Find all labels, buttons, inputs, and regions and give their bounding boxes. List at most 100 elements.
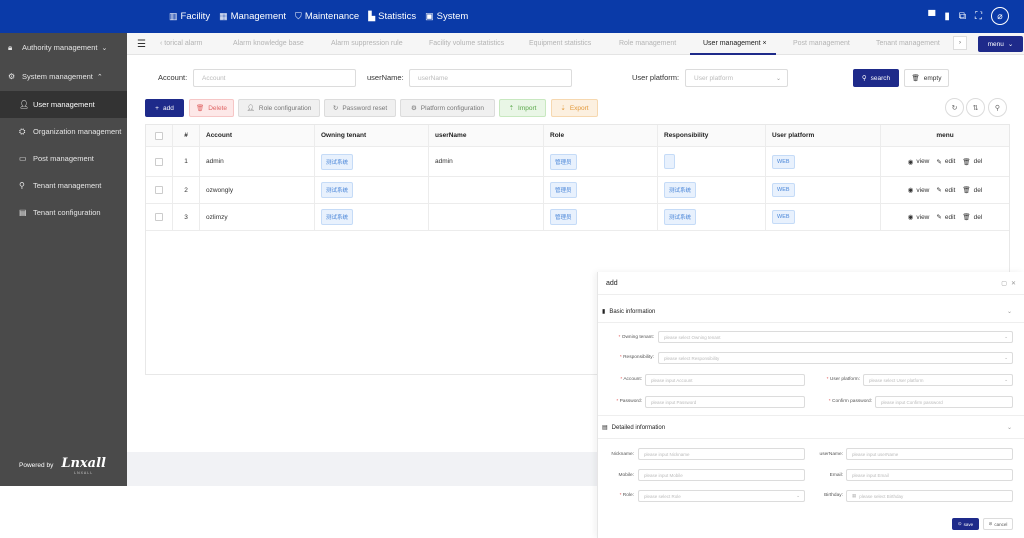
topnav-facility[interactable]: ▥ Facility xyxy=(169,11,210,22)
basic-info-section[interactable]: ▮ Basic information xyxy=(602,308,655,316)
view-button[interactable]: ◉ view xyxy=(908,158,930,166)
chevron-down-icon[interactable]: ⌄ xyxy=(1007,308,1012,315)
sidebar-item-organization-management[interactable]: ⛭ Organization management xyxy=(0,118,127,145)
responsibility-select[interactable]: please select Responsibility ⌄ xyxy=(658,352,1013,364)
export-button[interactable]: ⇣ Export xyxy=(551,99,598,117)
detailed-info-section[interactable]: ▤ Detailed information xyxy=(602,424,665,432)
username-label: userName: xyxy=(367,73,404,82)
trash-icon: 🗑︎ xyxy=(962,214,971,221)
chevron-down-icon: ⌄ xyxy=(796,493,800,498)
role-configuration-button[interactable]: 👤︎ Role configuration xyxy=(238,99,320,117)
user-platform-select[interactable]: User platform ⌄ xyxy=(685,69,788,87)
role-select[interactable]: please select Role ⌄ xyxy=(638,490,805,502)
powered-by: Powered by Lnxall LNXALL xyxy=(19,456,106,475)
del-button[interactable]: 🗑︎ del xyxy=(962,213,982,222)
mobile-input[interactable]: please input Mobile xyxy=(638,469,805,481)
refresh-icon[interactable]: ↻ xyxy=(945,98,964,117)
sidebar-item-post-management[interactable]: ▭ Post management xyxy=(0,145,127,172)
chevron-down-icon[interactable]: ⌄ xyxy=(1007,424,1012,431)
topnav-statistics[interactable]: ▙ Statistics xyxy=(368,11,416,22)
sidebar-group-system[interactable]: ⚙ System management ⌃ xyxy=(0,62,127,91)
row-checkbox[interactable] xyxy=(155,213,163,221)
empty-button[interactable]: 🗑︎ empty xyxy=(904,69,949,87)
select-all-checkbox[interactable] xyxy=(155,131,163,140)
tab-user-management[interactable]: User management × xyxy=(703,40,767,47)
tab-historical-alarm[interactable]: ‹ torical alarm xyxy=(160,40,202,47)
nickname-input[interactable]: please input Nickname xyxy=(638,448,805,460)
confirm-password-input[interactable]: please input Confirm password xyxy=(875,396,1013,408)
tab-post-management[interactable]: Post management xyxy=(793,40,850,47)
sidebar-group-authority[interactable]: 🔒︎ Authority management ⌄ xyxy=(0,33,127,62)
view-button[interactable]: ◉ view xyxy=(907,186,930,195)
table-row: 2 ozwongly 测试系统 管理员 测试系统 WEB ◉ view ✎ edit… xyxy=(146,177,1009,204)
owning-tenant-label: * Owning tenant: xyxy=(618,335,654,340)
role-tag: 管理员 xyxy=(550,153,577,170)
row-checkbox[interactable] xyxy=(155,186,163,194)
post-icon: ▭ xyxy=(19,154,27,163)
row-checkbox[interactable] xyxy=(155,157,163,166)
account-input[interactable]: please input Account xyxy=(645,374,805,386)
add-button[interactable]: + add xyxy=(145,99,184,117)
avatar[interactable]: ⌀ xyxy=(991,7,1009,25)
del-button[interactable]: 🗑︎ del xyxy=(962,158,982,166)
birthday-picker[interactable]: ▦ please select Birthday xyxy=(846,490,1013,502)
import-button[interactable]: ⇡ Import xyxy=(499,99,546,117)
platform-configuration-button[interactable]: ⚙ Platform configuration xyxy=(400,99,495,117)
sidebar-item-tenant-configuration[interactable]: ▤ Tenant configuration xyxy=(0,199,127,226)
username-input[interactable]: userName xyxy=(409,69,572,87)
topnav-system[interactable]: ▣ System xyxy=(425,11,468,22)
key-icon: ⚲ xyxy=(19,181,25,190)
topnav-management[interactable]: ▦ Management xyxy=(219,11,286,22)
del-button[interactable]: 🗑︎ del xyxy=(962,186,982,195)
chevron-down-icon: ⌄ xyxy=(1004,334,1008,339)
edit-button[interactable]: ✎ edit xyxy=(936,213,955,222)
password-input[interactable]: please input Password xyxy=(645,396,805,408)
account-input[interactable]: Account xyxy=(193,69,356,87)
owning-tenant-select[interactable]: please select Owning tenant ⌄ xyxy=(658,331,1013,343)
tab-facility-volume-statistics[interactable]: Facility volume statistics xyxy=(429,40,504,47)
tab-alarm-knowledge-base[interactable]: Alarm knowledge base xyxy=(233,40,304,47)
row-username xyxy=(429,177,544,203)
cancel-button[interactable]: ⊘ cancel xyxy=(983,518,1013,530)
account-label: * Account: xyxy=(620,377,642,382)
translate-icon[interactable]: ⧉ xyxy=(959,11,966,22)
tab-menu-button[interactable]: menu ⌄ xyxy=(978,36,1023,52)
header-menu: menu xyxy=(936,132,954,139)
nickname-label: Nickname: xyxy=(611,452,634,457)
password-reset-button[interactable]: ↻ Password reset xyxy=(324,99,396,117)
maximize-icon[interactable]: ▢ xyxy=(1001,280,1007,287)
columns-icon[interactable]: ⇅ xyxy=(966,98,985,117)
email-input[interactable]: please input Email xyxy=(846,469,1013,481)
sidebar-item-tenant-management[interactable]: ⚲ Tenant management xyxy=(0,172,127,199)
save-button[interactable]: ⊙ save xyxy=(952,518,979,530)
tenant-tag: 测试系统 xyxy=(321,182,354,198)
eye-icon: ◉ xyxy=(907,187,914,194)
edit-button[interactable]: ✎ edit xyxy=(936,158,955,166)
role-tag: 管理员 xyxy=(550,209,577,225)
tab-tenant-management[interactable]: Tenant management xyxy=(876,40,940,47)
fullscreen-icon[interactable]: ⛶ xyxy=(975,11,982,22)
sidebar-item-user-management[interactable]: 👤︎ User management xyxy=(0,91,127,118)
header-account: Account xyxy=(200,125,315,146)
monitor-icon[interactable]: ▀ xyxy=(928,11,935,22)
tab-alarm-suppression-rule[interactable]: Alarm suppression rule xyxy=(331,40,403,47)
search-button[interactable]: ⚲ search xyxy=(853,69,899,87)
close-icon[interactable]: ✕ xyxy=(1011,280,1016,287)
row-index: 2 xyxy=(173,177,200,203)
tab-equipment-statistics[interactable]: Equipment statistics xyxy=(529,40,591,47)
responsibility-tag: 测试系统 xyxy=(664,182,697,198)
topnav-maintenance[interactable]: ⛉ Maintenance xyxy=(295,11,359,22)
view-button[interactable]: ◉ view xyxy=(908,213,930,222)
row-index: 1 xyxy=(173,147,200,176)
hamburger-icon[interactable]: ☰ xyxy=(137,39,146,50)
table-row: 1 admin 测试系统 admin 管理员 WEB ◉ view ✎ edit 🗑… xyxy=(146,147,1009,177)
user-platform-select[interactable]: please select User platform ⌄ xyxy=(863,374,1013,386)
search-icon[interactable]: ⚲ xyxy=(988,98,1007,117)
delete-button[interactable]: 🗑︎ Delete xyxy=(189,99,234,117)
tab-scroll-right-icon[interactable]: › xyxy=(953,36,967,50)
edit-button[interactable]: ✎ edit xyxy=(936,186,955,195)
statistics-icon: ▙ xyxy=(368,11,376,21)
username-input[interactable]: please input userName xyxy=(846,448,1013,460)
lock-icon[interactable]: ▮ xyxy=(944,11,950,22)
tab-role-management[interactable]: Role management xyxy=(619,40,676,47)
